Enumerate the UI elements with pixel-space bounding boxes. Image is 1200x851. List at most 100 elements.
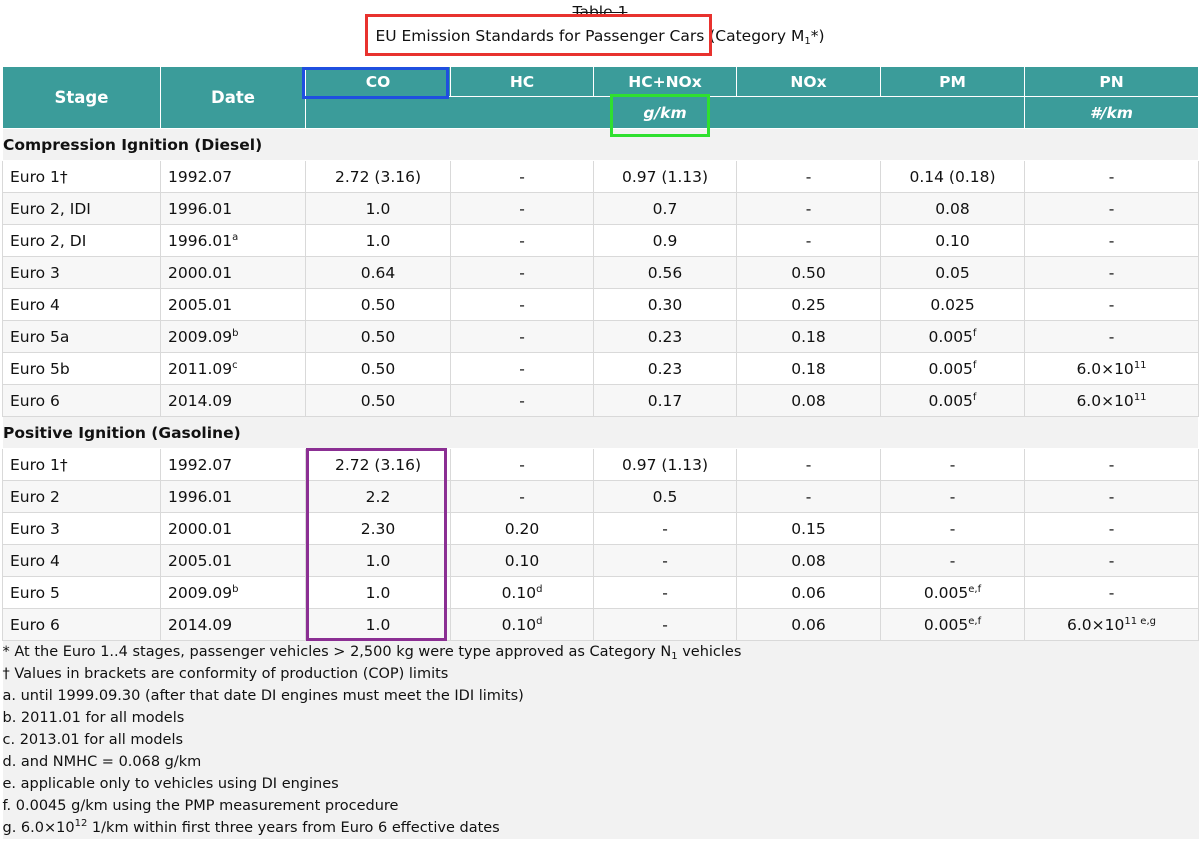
cell-hc: - [450, 480, 594, 513]
cell-hc: 0.10d [450, 608, 594, 641]
cell-stage: Euro 3 [2, 512, 161, 545]
cell-stage: Euro 2, DI [2, 224, 161, 257]
cell-pn: - [1024, 256, 1199, 289]
cell-hc: - [450, 352, 594, 385]
table-label: Table 1 [572, 3, 628, 21]
cell-hcnox: 0.30 [593, 288, 737, 321]
cell-nox: 0.18 [736, 320, 881, 353]
cell-hcnox: 0.5 [593, 480, 737, 513]
cell-hcnox: - [593, 576, 737, 609]
cell-pm: 0.14 (0.18) [880, 160, 1025, 193]
cell-hcnox: 0.56 [593, 256, 737, 289]
cell-co: 0.50 [305, 320, 451, 353]
cell-nox: - [736, 192, 881, 225]
header-date: Date [160, 66, 306, 129]
header-pn: PN [1024, 66, 1199, 97]
footnote-dagger: † Values in brackets are conformity of p… [2, 666, 449, 682]
cell-pn: 6.0×1011 [1024, 352, 1199, 385]
cell-co: 1.0 [305, 576, 451, 609]
cell-pm: 0.10 [880, 224, 1025, 257]
section-row: Positive Ignition (Gasoline) [2, 416, 1199, 449]
cell-co: 1.0 [305, 608, 451, 641]
table-row: Euro 5b 2011.09c 0.50-0.23 0.18 0.005f 6.0×10… [2, 352, 1199, 385]
cell-hcnox: 0.97 (1.13) [593, 160, 737, 193]
table-row: Euro 4 2005.01 0.50-0.30 0.25 0.025- [2, 288, 1199, 321]
table-row: Euro 5a 2009.09b 0.50-0.23 0.18 0.005f - [2, 320, 1199, 353]
cell-co: 2.30 [305, 512, 451, 545]
cell-pm: 0.005f [880, 320, 1025, 353]
cell-stage: Euro 1† [2, 448, 161, 481]
emission-standards-table: Stage Date CO HC HC+NOx NOx PM PN g/km #… [2, 66, 1199, 839]
cell-hc: - [450, 288, 594, 321]
footnote-e: e. applicable only to vehicles using DI … [2, 776, 339, 792]
header-hcnox: HC+NOx [593, 66, 737, 97]
cell-date: 2000.01 [160, 256, 306, 289]
cell-pm: 0.025 [880, 288, 1025, 321]
cell-pm: 0.08 [880, 192, 1025, 225]
cell-hc: - [450, 192, 594, 225]
cell-stage: Euro 4 [2, 288, 161, 321]
cell-co: 2.72 (3.16) [305, 160, 451, 193]
cell-pn: - [1024, 160, 1199, 193]
cell-pn: - [1024, 288, 1199, 321]
cell-pm: 0.005e,f [880, 576, 1025, 609]
footnote-b: b. 2011.01 for all models [2, 710, 185, 726]
cell-date: 2005.01 [160, 544, 306, 577]
cell-stage: Euro 6 [2, 608, 161, 641]
table-row: Euro 1† 1992.07 2.72 (3.16) -0.97 (1.13) - - - [2, 448, 1199, 481]
cell-pm: - [880, 512, 1025, 545]
cell-pn: - [1024, 320, 1199, 353]
cell-stage: Euro 1† [2, 160, 161, 193]
cell-nox: 0.18 [736, 352, 881, 385]
cell-hc: - [450, 384, 594, 417]
cell-date: 2014.09 [160, 384, 306, 417]
cell-hc: 0.10d [450, 576, 594, 609]
cell-stage: Euro 4 [2, 544, 161, 577]
cell-pm: 0.005e,f [880, 608, 1025, 641]
cell-pm: 0.005f [880, 352, 1025, 385]
cell-nox: - [736, 448, 881, 481]
header-pm: PM [880, 66, 1025, 97]
cell-pn: - [1024, 224, 1199, 257]
cell-hcnox: 0.97 (1.13) [593, 448, 737, 481]
table-row: Euro 3 2000.01 0.64-0.56 0.50 0.05- [2, 256, 1199, 289]
cell-date: 2009.09b [160, 576, 306, 609]
cell-nox: 0.25 [736, 288, 881, 321]
cell-nox: 0.08 [736, 544, 881, 577]
cell-hcnox: - [593, 512, 737, 545]
cell-date: 2009.09b [160, 320, 306, 353]
cell-date: 2014.09 [160, 608, 306, 641]
cell-hc: - [450, 320, 594, 353]
footnote-g: g. 6.0×1012 1/km within first three year… [2, 818, 500, 837]
unit-numkm: #/km [1024, 96, 1199, 129]
cell-stage: Euro 3 [2, 256, 161, 289]
cell-pn: - [1024, 576, 1199, 609]
footnotes-row: * At the Euro 1..4 stages, passenger veh… [2, 640, 1199, 839]
cell-hc: 0.20 [450, 512, 594, 545]
cell-date: 2000.01 [160, 512, 306, 545]
header-stage: Stage [2, 66, 161, 129]
cell-hcnox: - [593, 544, 737, 577]
cell-stage: Euro 5a [2, 320, 161, 353]
cell-nox: 0.08 [736, 384, 881, 417]
cell-stage: Euro 6 [2, 384, 161, 417]
cell-pm: - [880, 448, 1025, 481]
footnote-f: f. 0.0045 g/km using the PMP measurement… [2, 798, 399, 814]
cell-hcnox: 0.17 [593, 384, 737, 417]
cell-pn: 6.0×1011 e,g [1024, 608, 1199, 641]
header-hc: HC [450, 66, 594, 97]
header-nox: NOx [736, 66, 881, 97]
cell-hcnox: 0.23 [593, 320, 737, 353]
cell-nox: 0.50 [736, 256, 881, 289]
cell-hc: - [450, 160, 594, 193]
cell-nox: - [736, 480, 881, 513]
cell-pn: - [1024, 512, 1199, 545]
cell-co: 0.50 [305, 288, 451, 321]
cell-stage: Euro 5b [2, 352, 161, 385]
cell-co: 0.50 [305, 384, 451, 417]
cell-co: 1.0 [305, 224, 451, 257]
section-row: Compression Ignition (Diesel) [2, 128, 1199, 161]
cell-pn: - [1024, 480, 1199, 513]
cell-co: 0.64 [305, 256, 451, 289]
table-row: Euro 2, IDI 1996.01 1.0-0.7-0.08- [2, 192, 1199, 225]
